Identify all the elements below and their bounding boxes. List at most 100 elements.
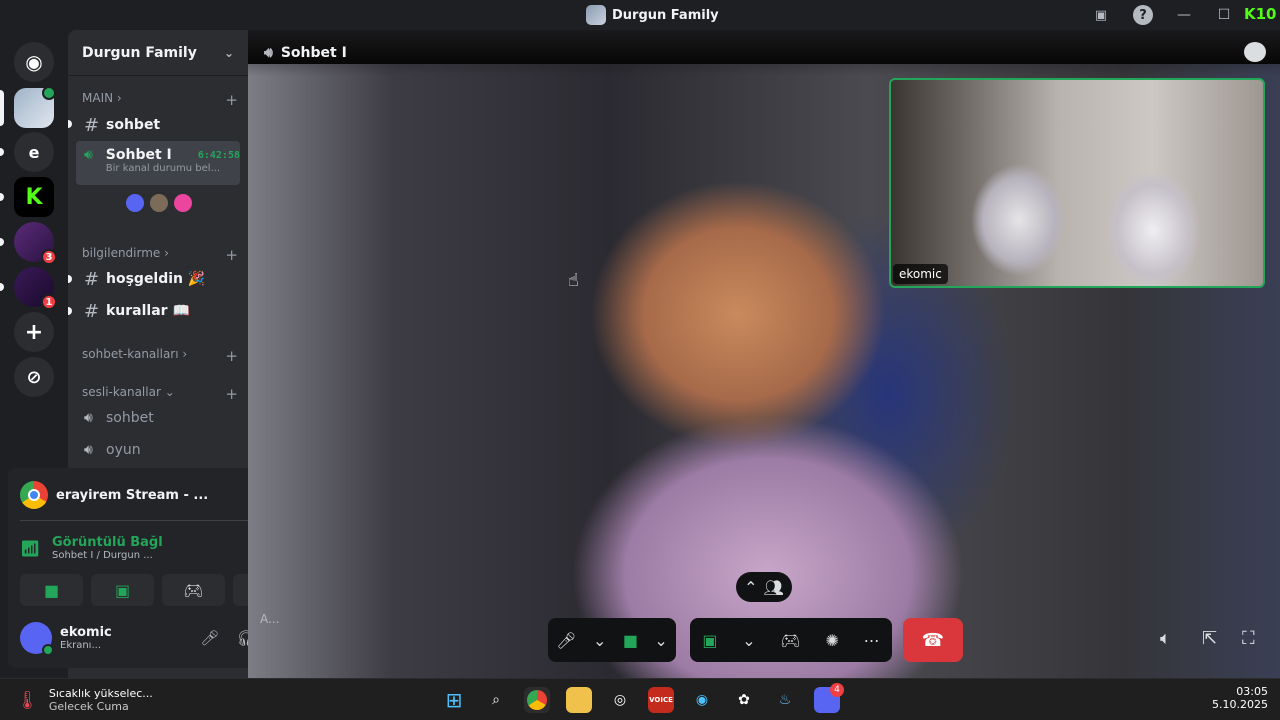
category-sohbet-kanallari[interactable]: sohbet-kanalları › + xyxy=(82,347,238,365)
server-4-icon[interactable]: 3 xyxy=(14,222,57,265)
steam-icon[interactable]: ♨ xyxy=(772,687,798,713)
mention-badge: 3 xyxy=(41,249,57,265)
participants-toggle[interactable]: ⌃ 👥︎ xyxy=(736,572,792,602)
volume-icon[interactable]: 🔈︎ xyxy=(1160,628,1171,649)
add-channel-icon[interactable]: + xyxy=(225,91,238,109)
discord-taskbar-icon[interactable]: 4 xyxy=(814,683,844,713)
connection-channel[interactable]: Sohbet I / Durgun ... xyxy=(52,550,239,561)
maximize-button[interactable]: ☐ xyxy=(1204,7,1244,23)
category-main[interactable]: MAIN › + xyxy=(82,91,238,109)
more-options-icon[interactable]: ⋯ xyxy=(864,631,880,650)
category-label: sesli-kanallar xyxy=(82,385,161,399)
kick-app-icon[interactable]: K10 xyxy=(1244,5,1280,25)
discord-home-icon[interactable]: ◉ xyxy=(14,42,54,82)
window-title-text: Durgun Family xyxy=(612,7,719,23)
camera-button[interactable]: ■ xyxy=(20,574,83,606)
pip-label: ekomic xyxy=(893,264,948,284)
category-sesli-kanallar[interactable]: sesli-kanallar ⌄ + xyxy=(82,385,238,403)
add-channel-icon[interactable]: + xyxy=(225,246,238,264)
user-avatar[interactable] xyxy=(20,622,54,656)
voice-channel-sohbet[interactable]: 🔊︎ sohbet xyxy=(76,403,240,433)
guild-header[interactable]: Durgun Family ⌄ xyxy=(68,30,248,76)
discover-icon[interactable]: ⊘ xyxy=(14,357,54,397)
unread-pill xyxy=(0,148,4,156)
signal-icon[interactable]: 📶︎ xyxy=(20,539,44,558)
screen-share-status-icon[interactable]: ▣ xyxy=(1090,5,1112,25)
add-server-icon[interactable]: + xyxy=(14,312,54,352)
chatgpt-icon[interactable]: ✿ xyxy=(731,687,757,713)
avatar[interactable] xyxy=(124,192,146,214)
microphone-icon[interactable]: 🎤︎ xyxy=(556,631,576,650)
screen-share-icon[interactable]: ▣ xyxy=(702,631,717,650)
end-call-button[interactable]: ☎ xyxy=(903,618,963,662)
channel-status[interactable]: Bir kanal durumu bel... xyxy=(106,163,240,174)
cursor-hand-icon: ☝ xyxy=(568,270,579,291)
screen-share-button[interactable]: ▣ xyxy=(91,574,154,606)
chevron-up-icon: ⌃ xyxy=(744,577,758,597)
chevron-right-icon: › xyxy=(182,347,188,361)
server-5-icon[interactable]: 1 xyxy=(14,267,57,310)
voicemeeter-icon[interactable]: VOICE xyxy=(648,687,674,713)
app-icon[interactable]: ◉ xyxy=(689,687,715,713)
chat-bubble-icon[interactable] xyxy=(1244,42,1266,62)
server-e-icon[interactable]: e xyxy=(14,132,54,172)
chevron-down-icon[interactable]: ⌄ xyxy=(654,631,667,650)
avatar[interactable] xyxy=(172,192,194,214)
thermometer-icon: 🌡︎ xyxy=(16,689,39,711)
voice-active-indicator-icon xyxy=(42,86,56,100)
unread-pill xyxy=(0,193,4,201)
windows-start-icon[interactable]: ⊞ xyxy=(441,687,467,713)
minimize-button[interactable]: — xyxy=(1164,7,1204,23)
category-bilgilendirme[interactable]: bilgilendirme › + xyxy=(82,246,238,264)
camera-icon[interactable]: ■ xyxy=(623,631,638,650)
microphone-icon[interactable]: 🎤︎ xyxy=(196,629,224,647)
voice-channel-oyun[interactable]: 🔊︎ oyun xyxy=(76,435,240,465)
chevron-down-icon: ⌄ xyxy=(164,385,175,399)
channel-label: kurallar 📖 xyxy=(106,303,190,319)
chevron-down-icon[interactable]: ⌄ xyxy=(593,631,606,650)
server-durgun-family-icon[interactable] xyxy=(14,86,56,128)
server-kick-icon[interactable]: K xyxy=(14,177,54,217)
category-label: sohbet-kanalları xyxy=(82,347,179,361)
add-channel-icon[interactable]: + xyxy=(225,385,238,403)
unread-pill xyxy=(0,283,4,291)
speaker-icon: 🔊︎ xyxy=(84,147,93,163)
file-explorer-icon[interactable] xyxy=(566,687,592,713)
channel-kurallar[interactable]: # kurallar 📖 xyxy=(76,296,240,326)
weather-title: Sıcaklık yükselec... xyxy=(48,687,153,700)
add-channel-icon[interactable]: + xyxy=(225,347,238,365)
chrome-icon[interactable] xyxy=(524,687,550,713)
activities-icon[interactable]: 🎮︎ xyxy=(780,631,800,650)
speaker-icon: 🔊︎ xyxy=(264,45,273,61)
help-icon[interactable]: ? xyxy=(1133,5,1153,25)
category-label: bilgilendirme xyxy=(82,246,161,260)
guild-name: Durgun Family xyxy=(82,44,197,61)
channel-label: hoşgeldin 🎉 xyxy=(106,271,206,287)
mic-control-group: 🎤︎ ⌄ ■ ⌄ xyxy=(548,618,676,662)
activities-button[interactable]: 🎮︎ xyxy=(162,574,225,606)
search-icon[interactable]: ⌕ xyxy=(483,687,509,713)
clock-time: 03:05 xyxy=(1236,685,1268,698)
chevron-down-icon[interactable]: ⌄ xyxy=(742,631,755,650)
user-status: Ekranı... xyxy=(60,640,102,651)
channel-sohbet[interactable]: # sohbet xyxy=(76,110,240,140)
channel-label: sohbet xyxy=(106,117,161,133)
clock[interactable]: 03:05 5.10.2025 xyxy=(1212,685,1268,711)
speaker-icon: 🔊︎ xyxy=(84,410,93,426)
popout-icon[interactable]: ⇱ xyxy=(1202,628,1217,649)
soundboard-icon[interactable]: ✺ xyxy=(825,631,838,650)
voice-channel-sohbet-i[interactable]: 🔊︎ Sohbet I 6:42:58 Bir kanal durumu bel… xyxy=(76,141,240,185)
channel-sidebar: Durgun Family ⌄ MAIN › + # sohbet 🔊︎ Soh… xyxy=(8,30,308,678)
channel-label: Sohbet I xyxy=(105,147,172,163)
weather-sub: Gelecek Cuma xyxy=(48,700,129,713)
channel-hosgeldin[interactable]: # hoşgeldin 🎉 xyxy=(76,264,240,294)
weather-widget[interactable]: 🌡︎ Sıcaklık yükselec... Gelecek Cuma xyxy=(16,687,153,713)
steelseries-icon[interactable]: ◎ xyxy=(607,687,633,713)
camera-pip[interactable]: ekomic xyxy=(889,78,1265,288)
stage-channel-name: Sohbet I xyxy=(280,45,347,61)
fullscreen-icon[interactable]: ⛶ xyxy=(1242,628,1255,649)
avatar[interactable] xyxy=(148,192,170,214)
unread-indicator xyxy=(68,307,72,315)
channel-label: oyun xyxy=(106,442,141,458)
stage-header: 🔊︎ Sohbet I xyxy=(248,30,1280,76)
